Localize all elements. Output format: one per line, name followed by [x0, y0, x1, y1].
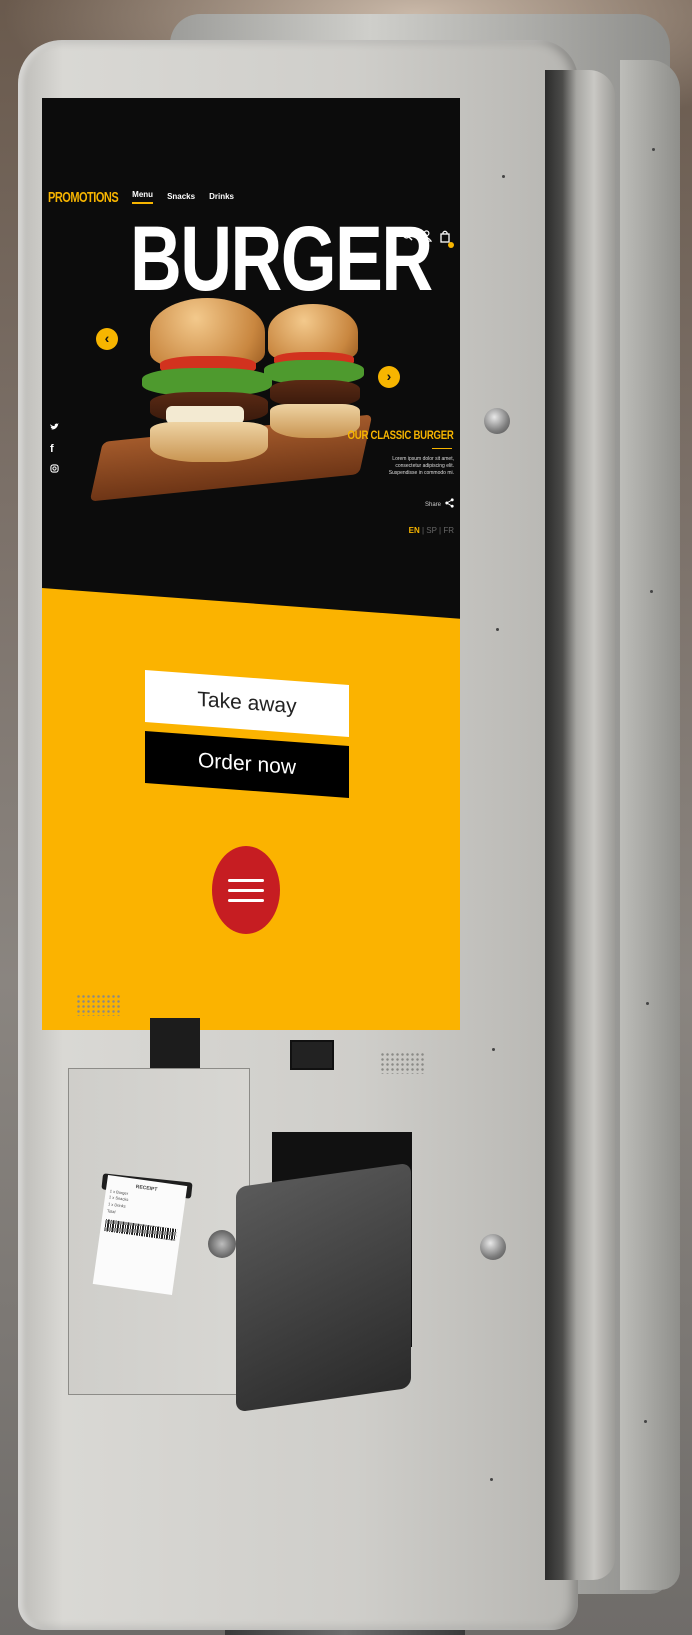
hamburger-icon-line: [228, 888, 264, 892]
nav-item-menu[interactable]: Menu: [132, 190, 154, 204]
facebook-icon[interactable]: f: [50, 443, 59, 455]
menu-button[interactable]: [212, 846, 280, 934]
burger-image-left: [142, 298, 272, 468]
share-label: Share: [424, 501, 441, 508]
screw-icon: [484, 408, 510, 434]
instagram-icon[interactable]: [50, 464, 59, 476]
nfc-sensor: [290, 1040, 334, 1070]
rivet: [644, 1420, 647, 1423]
camera-module: [150, 1018, 200, 1070]
nav-item-promotions[interactable]: PROMOTIONS: [48, 190, 119, 206]
hero-banner: PROMOTIONS Menu Snacks Drinks BURGER ‹ ›…: [42, 98, 460, 643]
promo-title: OUR CLASSIC BURGER: [347, 428, 454, 442]
rivet: [502, 175, 505, 178]
language-selector[interactable]: EN | SP | FR: [409, 526, 454, 535]
speaker-grille: [76, 994, 120, 1016]
language-en[interactable]: EN: [409, 526, 420, 535]
kiosk-screen: PROMOTIONS Menu Snacks Drinks BURGER ‹ ›…: [42, 98, 460, 1030]
rivet: [492, 1048, 495, 1051]
kiosk-side-edge: [545, 70, 615, 1580]
order-panel: [42, 588, 460, 1030]
share-control[interactable]: Share: [425, 498, 454, 511]
top-navigation: PROMOTIONS Menu Snacks Drinks: [48, 190, 234, 206]
lock-icon: [208, 1230, 236, 1258]
hamburger-icon-line: [228, 878, 264, 882]
hero-headline: BURGER: [130, 208, 433, 310]
prev-slide-button[interactable]: ‹: [96, 328, 118, 350]
printed-receipt: RECEIPT 1 x Burger 1 x Snacks 1 x Drinks…: [92, 1174, 188, 1296]
burger-image-right: [264, 304, 364, 444]
promo-divider: [432, 448, 452, 449]
screw-icon: [480, 1234, 506, 1260]
hamburger-icon-line: [228, 898, 264, 902]
nav-item-snacks[interactable]: Snacks: [167, 192, 195, 204]
language-others[interactable]: | SP | FR: [422, 526, 454, 535]
nav-item-drinks[interactable]: Drinks: [209, 192, 234, 204]
cart-icon[interactable]: [440, 230, 454, 248]
twitter-icon[interactable]: [50, 423, 59, 434]
next-slide-button[interactable]: ›: [378, 366, 400, 388]
rivet: [490, 1478, 493, 1481]
speaker-grille: [380, 1052, 424, 1074]
promo-description: Lorem ipsum dolor sit amet, consectetur …: [388, 456, 454, 476]
rivet: [496, 628, 499, 631]
rear-kiosk-edge: [620, 60, 680, 1590]
cart-badge: [448, 242, 454, 248]
share-icon[interactable]: [445, 498, 454, 511]
rivet: [650, 590, 653, 593]
rivet: [646, 1002, 649, 1005]
card-reader: [236, 1162, 411, 1413]
social-links: f: [50, 423, 59, 476]
rivet: [652, 148, 655, 151]
